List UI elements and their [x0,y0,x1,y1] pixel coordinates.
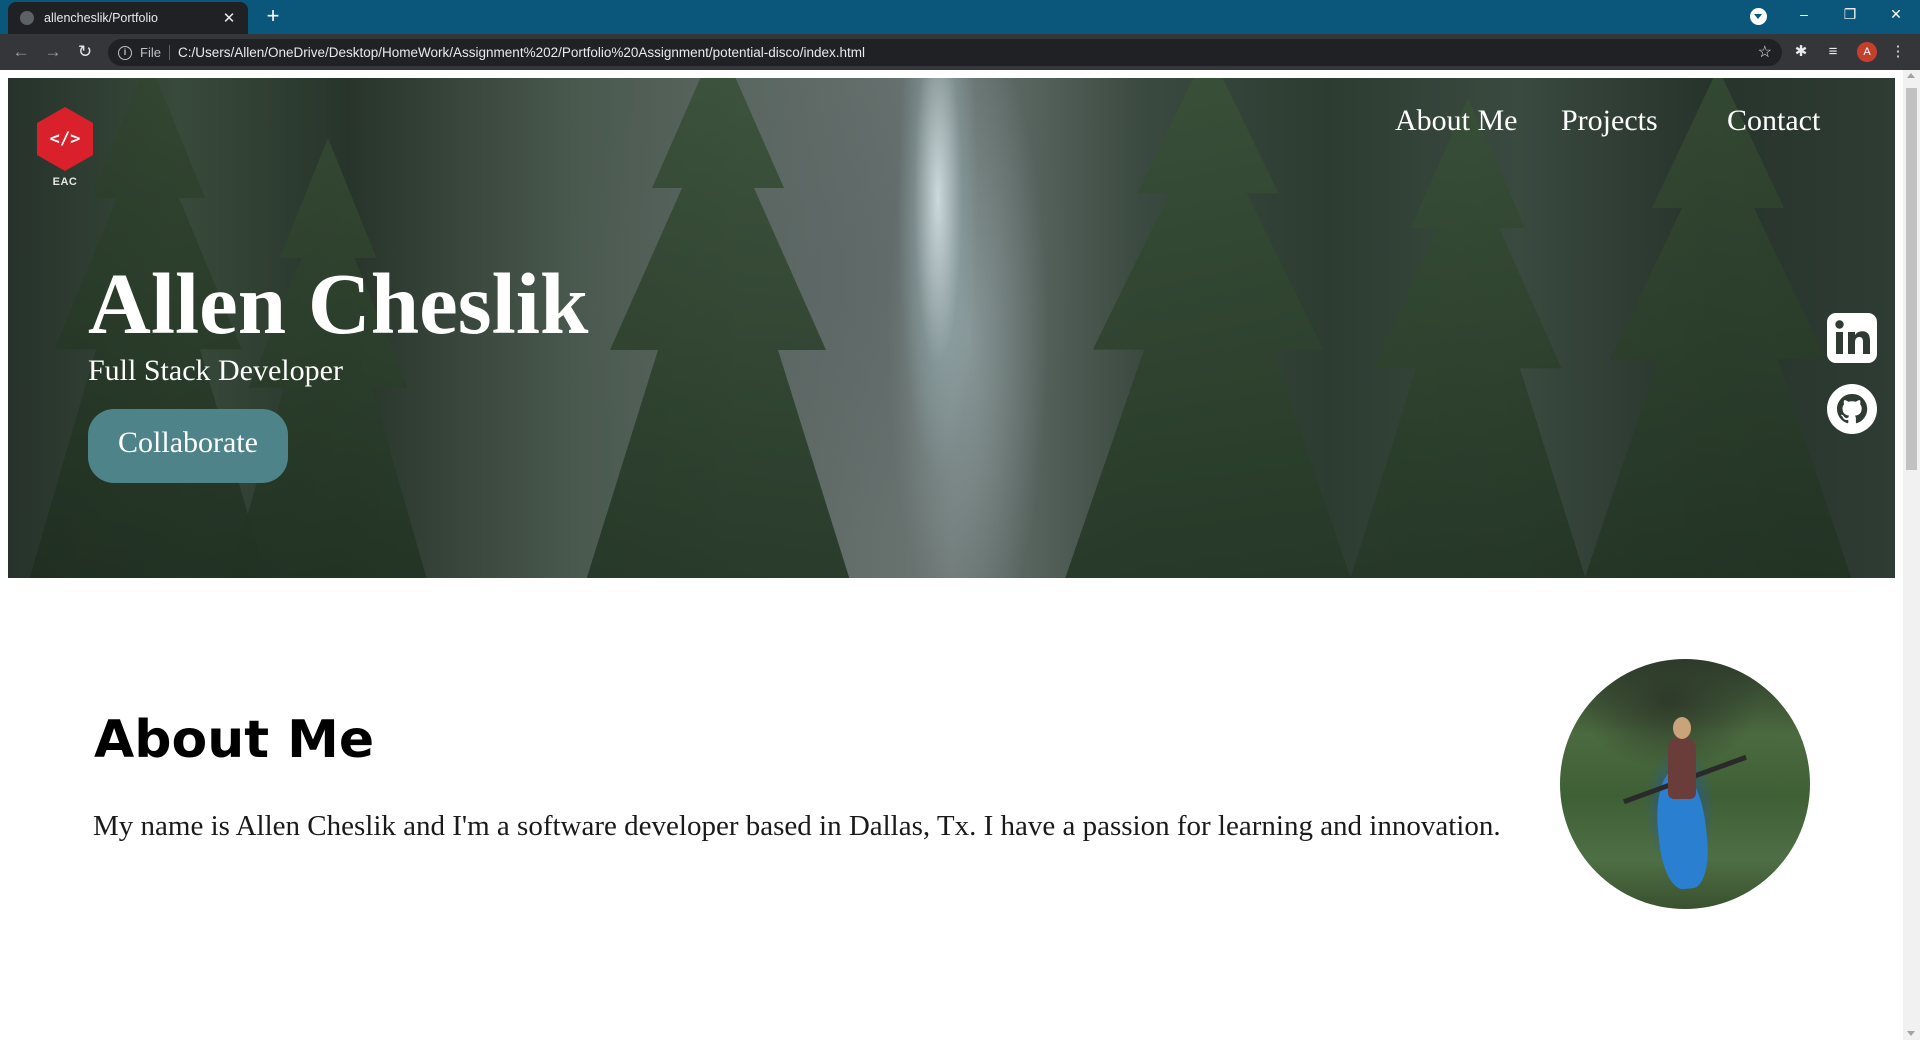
browser-toolbar: ← → ↻ i File C:/Users/Allen/OneDrive/Des… [0,34,1920,70]
scrollbar-thumb[interactable] [1906,88,1917,470]
star-icon[interactable]: ☆ [1758,42,1772,62]
about-title: About Me [94,710,375,770]
github-icon[interactable] [1826,383,1878,435]
back-icon[interactable]: ← [9,40,33,64]
minimize-button[interactable]: – [1781,0,1827,30]
paddler-shape [1668,737,1696,799]
scroll-up-arrow[interactable] [1907,73,1915,78]
url-text[interactable]: C:/Users/Allen/OneDrive/Desktop/HomeWork… [178,45,865,60]
logo[interactable]: </> EAC [37,107,93,188]
nav-about-me[interactable]: About Me [1395,104,1518,138]
avatar[interactable]: A [1857,42,1877,62]
tab-title: allencheslik/Portfolio [44,11,158,25]
menu-icon[interactable]: ⋮ [1887,41,1909,63]
file-label: File [140,45,170,60]
restore-button[interactable]: ❐ [1827,0,1873,30]
reading-list-icon[interactable]: ≡ [1822,41,1844,63]
new-tab-button[interactable]: + [260,4,286,30]
address-bar[interactable]: i File C:/Users/Allen/OneDrive/Desktop/H… [108,39,1782,66]
scrollbar[interactable] [1903,70,1920,1040]
tab-search-icon[interactable] [1750,8,1767,25]
scroll-down-arrow[interactable] [1907,1031,1915,1036]
profile-photo [1560,659,1810,909]
hero-name: Allen Cheslik [88,255,589,352]
close-window-button[interactable]: ✕ [1873,0,1919,30]
linkedin-icon[interactable] [1826,312,1878,364]
hero-role: Full Stack Developer [88,354,343,387]
page-viewport: </> EAC About Me Projects Contact Allen … [0,70,1920,1040]
paddler-head-shape [1673,717,1691,739]
collaborate-button[interactable]: Collaborate [88,409,288,483]
nav-projects[interactable]: Projects [1561,104,1658,138]
hero-banner: </> EAC About Me Projects Contact Allen … [8,78,1895,578]
logo-text: EAC [52,176,78,188]
about-text: My name is Allen Cheslik and I'm a softw… [93,810,1501,842]
reload-icon[interactable]: ↻ [73,40,97,64]
close-tab-icon[interactable]: ✕ [220,9,238,27]
globe-icon [20,11,34,25]
forward-icon[interactable]: → [41,40,65,64]
code-logo-icon: </> [37,107,93,171]
nav-contact[interactable]: Contact [1727,104,1820,138]
browser-tab[interactable]: allencheslik/Portfolio ✕ [8,2,248,34]
browser-tab-bar: allencheslik/Portfolio ✕ + – ❐ ✕ [0,0,1920,34]
extensions-icon[interactable]: ✱ [1790,41,1812,63]
info-icon[interactable]: i [118,45,132,60]
